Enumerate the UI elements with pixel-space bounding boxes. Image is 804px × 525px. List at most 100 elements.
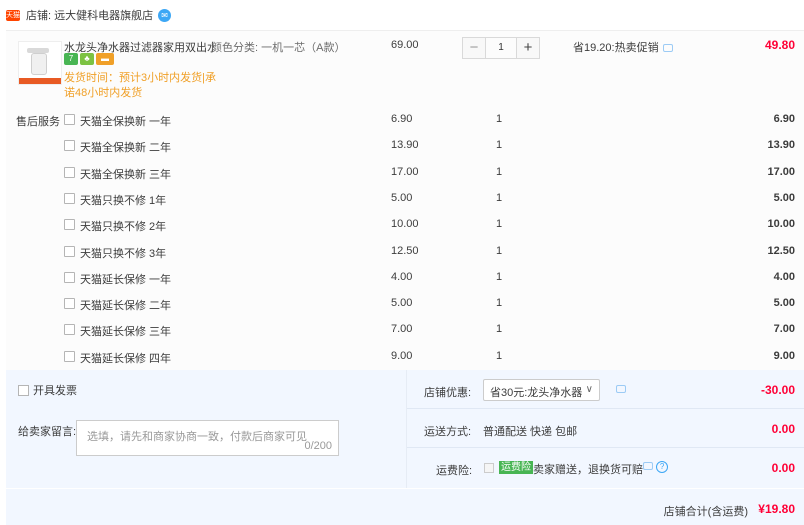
- unit-price: 69.00: [391, 39, 419, 51]
- increase-button[interactable]: +: [516, 37, 540, 59]
- invoice-label: 开具发票: [33, 385, 77, 397]
- service-name: 天猫延长保修 四年: [80, 352, 172, 365]
- service-checkbox[interactable]: [64, 192, 75, 204]
- checkout-panel: 店铺优惠: 省30元:龙头净水器 ∨ -30.00 运送方式: 普通配送 快递 …: [406, 370, 804, 488]
- service-row[interactable]: 天猫延长保修 二年 5.00 1 5.00: [6, 296, 804, 316]
- service-row[interactable]: 天猫延长保修 四年 9.00 1 9.00: [6, 349, 804, 369]
- message-icon[interactable]: [643, 462, 653, 471]
- delivery-fee: 0.00: [771, 422, 795, 436]
- insurance-label: 运费险:: [436, 465, 473, 477]
- service-row[interactable]: 天猫全保换新 三年 17.00 1 17.00: [6, 165, 804, 185]
- memo-textarea[interactable]: 选填，请先和商家协商一致，付款后商家可见 0/200: [76, 420, 339, 456]
- memo-char-count: 0/200: [304, 440, 332, 452]
- service-name: 天猫延长保修 一年: [80, 273, 172, 286]
- chat-icon[interactable]: ✉: [158, 8, 172, 22]
- help-icon[interactable]: ?: [656, 461, 669, 473]
- service-checkbox[interactable]: [64, 298, 75, 310]
- service-total: 7.00: [773, 323, 795, 336]
- service-row[interactable]: 天猫全保换新 一年 6.90 1 6.90: [6, 112, 804, 132]
- service-price: 10.00: [391, 218, 419, 231]
- seven-day-return-icon[interactable]: 7: [64, 53, 78, 65]
- service-checkbox[interactable]: [64, 324, 75, 336]
- service-row[interactable]: 天猫只换不修 2年 10.00 1 10.00: [6, 217, 804, 237]
- insurance-row: 运费险: 运费险 卖家赠送，退换货可赔 ? 0.00: [407, 448, 804, 487]
- invoice-checkbox[interactable]: [18, 384, 29, 396]
- service-name: 天猫只换不修 3年: [80, 247, 167, 260]
- coupon-select[interactable]: 省30元:龙头净水器 ∨: [483, 379, 600, 401]
- service-price: 7.00: [391, 323, 413, 336]
- service-total: 4.00: [773, 270, 795, 283]
- shop-total-label: 店铺合计(含运费): [663, 506, 748, 518]
- message-icon[interactable]: [616, 385, 626, 393]
- card-icon[interactable]: ▬: [96, 53, 114, 65]
- shipping-time: 发货时间：预计3小时内发货|承: [64, 72, 216, 84]
- service-checkbox[interactable]: [64, 350, 75, 362]
- service-total: 5.00: [773, 297, 795, 310]
- service-total: 9.00: [773, 349, 795, 362]
- service-row[interactable]: 天猫延长保修 一年 4.00 1 4.00: [6, 270, 804, 290]
- service-name: 天猫只换不修 1年: [80, 194, 167, 207]
- tmall-logo-icon: 天猫: [6, 9, 20, 21]
- memo-label: 给卖家留言:: [18, 426, 77, 438]
- quantity-stepper: − 1 +: [462, 37, 540, 59]
- service-name: 天猫延长保修 二年: [80, 300, 172, 313]
- service-row[interactable]: 天猫全保换新 二年 13.90 1 13.90: [6, 138, 804, 158]
- cart-item: 水龙头净水器过滤器家用双出水... 颜色分类: 一机一芯（A款） 7 ♣ ▬ 发…: [6, 30, 804, 370]
- service-price: 6.90: [391, 113, 413, 125]
- coupon-row: 店铺优惠: 省30元:龙头净水器 ∨ -30.00: [407, 370, 804, 409]
- insurance-checkbox[interactable]: [484, 463, 494, 473]
- leaf-icon[interactable]: ♣: [80, 53, 94, 65]
- promo-text: 省19.20:热卖促销: [573, 42, 659, 54]
- delivery-method: 普通配送 快递 包邮: [483, 426, 578, 438]
- shop-name[interactable]: 店铺: 远大健科电器旗舰店: [26, 7, 153, 23]
- service-total: 13.90: [767, 139, 795, 152]
- memo-placeholder: 选填，请先和商家协商一致，付款后商家可见: [87, 431, 307, 443]
- service-qty: 1: [496, 113, 503, 125]
- service-price: 12.50: [391, 244, 419, 257]
- insurance-badge: 运费险: [499, 461, 533, 474]
- service-qty: 1: [496, 165, 503, 178]
- coupon-value: -30.00: [760, 383, 795, 397]
- message-icon[interactable]: [662, 44, 673, 53]
- service-row[interactable]: 天猫延长保修 三年 7.00 1 7.00: [6, 322, 804, 342]
- service-qty: 1: [496, 139, 503, 152]
- service-checkbox[interactable]: [64, 114, 75, 125]
- service-checkbox[interactable]: [64, 166, 75, 178]
- service-row[interactable]: 天猫只换不修 3年 12.50 1 12.50: [6, 244, 804, 264]
- service-price: 9.00: [391, 349, 413, 362]
- service-checkbox[interactable]: [64, 245, 75, 257]
- service-checkbox[interactable]: [64, 271, 75, 283]
- service-qty: 1: [496, 244, 503, 257]
- service-name: 天猫全保换新 一年: [80, 116, 172, 128]
- service-price: 17.00: [391, 165, 419, 178]
- order-options: 开具发票 给卖家留言: 选填，请先和商家协商一致，付款后商家可见 0/200 店…: [6, 370, 804, 488]
- service-total: 6.90: [773, 113, 795, 125]
- service-name: 天猫只换不修 2年: [80, 221, 167, 234]
- delivery-row: 运送方式: 普通配送 快递 包邮 0.00: [407, 409, 804, 448]
- service-total: 17.00: [767, 165, 795, 178]
- product-sku: 颜色分类: 一机一芯（A款）: [211, 42, 346, 54]
- service-row[interactable]: 天猫只换不修 1年 5.00 1 5.00: [6, 191, 804, 211]
- service-total: 10.00: [767, 218, 795, 231]
- invoice-option[interactable]: 开具发票: [18, 382, 77, 398]
- decrease-button[interactable]: −: [462, 37, 486, 59]
- shipping-promise: 诺48小时内发货: [64, 87, 143, 99]
- service-name: 天猫延长保修 三年: [80, 326, 172, 339]
- service-qty: 1: [496, 218, 503, 231]
- service-checkbox[interactable]: [64, 140, 75, 152]
- insurance-icons: ?: [639, 460, 669, 473]
- shop-total-value: ¥19.80: [758, 502, 795, 516]
- service-price: 4.00: [391, 270, 413, 283]
- product-thumbnail[interactable]: [18, 41, 62, 85]
- coupon-selected-value: 省30元:龙头净水器: [490, 387, 583, 399]
- service-qty: 1: [496, 349, 503, 362]
- quantity-input[interactable]: 1: [486, 37, 516, 59]
- product-badges: 7 ♣ ▬: [64, 53, 114, 65]
- insurance-text: 卖家赠送，退换货可赔: [533, 464, 643, 476]
- service-price: 5.00: [391, 297, 413, 310]
- service-name: 天猫全保换新 三年: [80, 168, 172, 181]
- service-checkbox[interactable]: [64, 219, 75, 231]
- service-qty: 1: [496, 323, 503, 336]
- coupon-label: 店铺优惠:: [424, 387, 472, 399]
- service-qty: 1: [496, 297, 503, 310]
